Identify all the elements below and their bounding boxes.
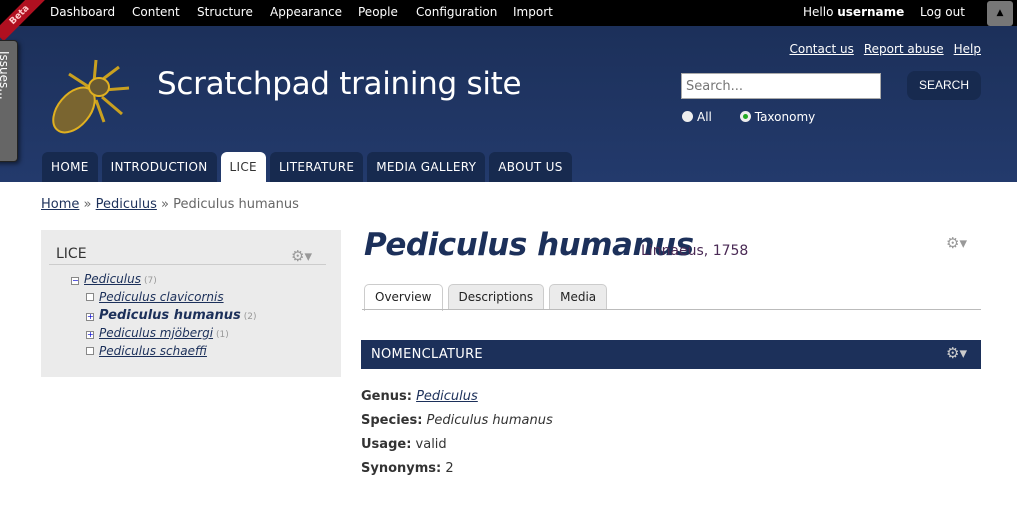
field-value: valid bbox=[415, 437, 447, 452]
nav-home[interactable]: HOME bbox=[42, 152, 98, 182]
divider bbox=[49, 264, 326, 265]
field-label: Usage: bbox=[361, 437, 412, 452]
issues-label: Issues... bbox=[0, 51, 11, 100]
tree-link-current[interactable]: Pediculus humanus bbox=[99, 308, 241, 323]
divider bbox=[362, 309, 981, 310]
radio-taxonomy[interactable]: Taxonomy bbox=[739, 110, 816, 124]
nomenclature-fields: Genus: Pediculus Species: Pediculus huma… bbox=[361, 389, 553, 485]
radio-taxonomy-label: Taxonomy bbox=[754, 110, 816, 124]
toolbar-configuration[interactable]: Configuration bbox=[416, 5, 497, 19]
issues-tab[interactable]: Issues... bbox=[0, 40, 18, 162]
breadcrumb-pediculus[interactable]: Pediculus bbox=[96, 197, 157, 212]
genus-link[interactable]: Pediculus bbox=[416, 389, 478, 404]
greeting: Hello username bbox=[803, 5, 904, 19]
field-label: Synonyms: bbox=[361, 461, 442, 476]
toolbar-import[interactable]: Import bbox=[513, 5, 553, 19]
secondary-links: Contact us Report abuse Help bbox=[779, 42, 981, 56]
field-usage: Usage: valid bbox=[361, 437, 553, 461]
tab-overview[interactable]: Overview bbox=[364, 284, 443, 311]
louse-logo[interactable] bbox=[44, 52, 134, 140]
gear-icon[interactable]: ⚙▾ bbox=[946, 344, 967, 362]
breadcrumb-current: Pediculus humanus bbox=[173, 197, 299, 212]
site-name[interactable]: Scratchpad training site bbox=[157, 66, 522, 102]
tab-descriptions[interactable]: Descriptions bbox=[447, 284, 545, 310]
tree-item: Pediculus schaeffi bbox=[71, 344, 257, 362]
leaf-icon bbox=[86, 347, 94, 355]
username: username bbox=[837, 5, 905, 19]
tree-item: − Pediculus (7) bbox=[71, 272, 257, 290]
breadcrumb: Home » Pediculus » Pediculus humanus bbox=[41, 197, 299, 212]
field-genus: Genus: Pediculus bbox=[361, 389, 553, 413]
breadcrumb-sep: » bbox=[83, 197, 92, 212]
nav-media-gallery[interactable]: MEDIA GALLERY bbox=[367, 152, 486, 182]
breadcrumb-sep: » bbox=[161, 197, 169, 212]
logout-link[interactable]: Log out bbox=[920, 5, 965, 19]
field-label: Species: bbox=[361, 413, 423, 428]
radio-taxonomy-input[interactable] bbox=[739, 111, 751, 122]
toolbar-people[interactable]: People bbox=[358, 5, 398, 19]
nav-introduction[interactable]: INTRODUCTION bbox=[101, 152, 217, 182]
site-header: Scratchpad training site Contact us Repor… bbox=[0, 26, 1017, 182]
toolbar-content[interactable]: Content bbox=[132, 5, 180, 19]
leaf-icon bbox=[86, 293, 94, 301]
breadcrumb-home[interactable]: Home bbox=[41, 197, 79, 212]
nav-about-us[interactable]: ABOUT US bbox=[489, 152, 572, 182]
field-species: Species: Pediculus humanus bbox=[361, 413, 553, 437]
tree-link[interactable]: Pediculus clavicornis bbox=[99, 290, 224, 304]
tree-link[interactable]: Pediculus schaeffi bbox=[99, 344, 207, 358]
section-header: NOMENCLATURE bbox=[361, 340, 981, 369]
block-title: LICE bbox=[56, 246, 87, 262]
toolbar-structure[interactable]: Structure bbox=[197, 5, 253, 19]
toolbar-collapse-button[interactable]: ▲ bbox=[987, 1, 1013, 26]
toolbar-appearance[interactable]: Appearance bbox=[270, 5, 342, 19]
tree-link[interactable]: Pediculus mjöbergi bbox=[99, 326, 213, 340]
field-value: Pediculus humanus bbox=[426, 413, 553, 428]
expand-icon[interactable]: + bbox=[86, 313, 94, 321]
contact-us-link[interactable]: Contact us bbox=[789, 42, 853, 56]
tree-item: + Pediculus humanus (2) bbox=[71, 308, 257, 326]
search-button[interactable]: SEARCH bbox=[907, 71, 981, 100]
taxonomy-block: LICE ⚙▾ − Pediculus (7) Pediculus clavicor… bbox=[41, 230, 341, 377]
toolbar-dashboard[interactable]: Dashboard bbox=[50, 5, 115, 19]
hello-text: Hello bbox=[803, 5, 834, 19]
gear-icon[interactable]: ⚙▾ bbox=[946, 234, 967, 252]
search-input[interactable] bbox=[681, 73, 881, 99]
search-scope: All Taxonomy bbox=[682, 110, 815, 124]
tree-count: (2) bbox=[243, 312, 257, 322]
collapse-icon[interactable]: − bbox=[71, 277, 79, 285]
tree-count: (7) bbox=[143, 276, 157, 286]
report-abuse-link[interactable]: Report abuse bbox=[864, 42, 944, 56]
gear-icon[interactable]: ⚙▾ bbox=[291, 247, 312, 265]
taxonomy-tree: − Pediculus (7) Pediculus clavicornis + Ped… bbox=[71, 272, 257, 362]
field-label: Genus: bbox=[361, 389, 412, 404]
taxon-authority: Linnaeus, 1758 bbox=[641, 243, 749, 259]
expand-icon[interactable]: + bbox=[86, 331, 94, 339]
radio-all[interactable]: All bbox=[682, 110, 712, 124]
field-synonyms: Synonyms: 2 bbox=[361, 461, 553, 485]
tree-count: (1) bbox=[216, 330, 229, 340]
help-link[interactable]: Help bbox=[954, 42, 981, 56]
tree-item: Pediculus clavicornis bbox=[71, 290, 257, 308]
main-nav: HOME INTRODUCTION LICE LITERATURE MEDIA … bbox=[42, 152, 572, 182]
radio-all-input[interactable] bbox=[682, 111, 693, 122]
section-title: NOMENCLATURE bbox=[371, 347, 483, 362]
nav-lice[interactable]: LICE bbox=[220, 152, 266, 182]
admin-toolbar: ⌂ Dashboard Content Structure Appearance… bbox=[0, 0, 1017, 26]
nav-literature[interactable]: LITERATURE bbox=[269, 152, 364, 182]
radio-all-label: All bbox=[697, 110, 712, 124]
tree-item: + Pediculus mjöbergi (1) bbox=[71, 326, 257, 344]
field-value: 2 bbox=[445, 461, 454, 476]
content-tabs: Overview Descriptions Media bbox=[364, 284, 608, 311]
tree-link[interactable]: Pediculus bbox=[84, 272, 141, 286]
tab-media[interactable]: Media bbox=[549, 284, 608, 310]
